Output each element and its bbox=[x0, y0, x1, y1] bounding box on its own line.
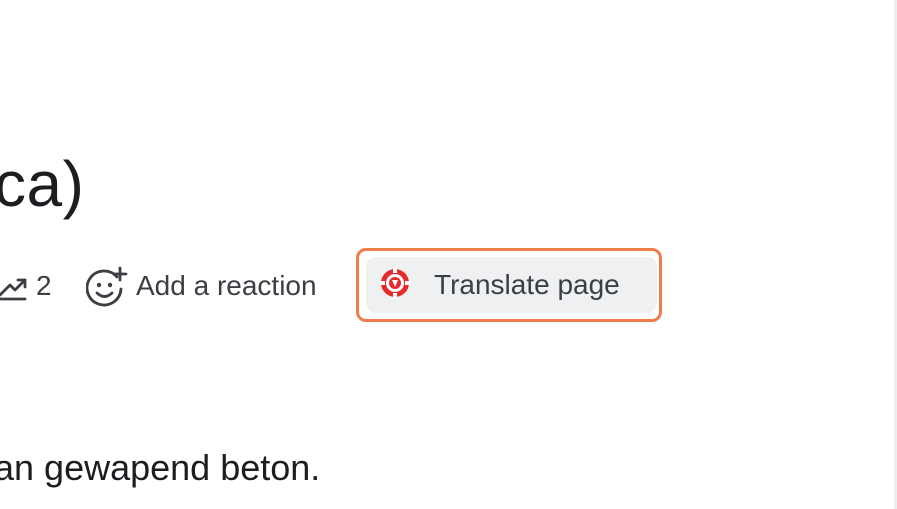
trending-up-icon bbox=[0, 271, 28, 301]
add-reaction-label: Add a reaction bbox=[136, 270, 317, 301]
page-views-indicator: 2 bbox=[0, 269, 52, 303]
page-meta-toolbar: 2 Add a reaction Translate page bbox=[0, 248, 897, 324]
page-body-text: an gewapend beton. bbox=[0, 447, 321, 488]
smiley-plus-icon bbox=[86, 265, 130, 307]
page-title: ca) bbox=[0, 147, 85, 220]
page-view: ca) 2 Add a reaction Translate page an g… bbox=[0, 0, 897, 509]
translate-extension-icon bbox=[378, 266, 412, 305]
translate-page-button[interactable]: Translate page bbox=[366, 257, 657, 313]
translate-page-label: Translate page bbox=[434, 269, 620, 300]
page-views-count: 2 bbox=[36, 270, 52, 301]
add-reaction-button[interactable]: Add a reaction bbox=[86, 265, 317, 307]
